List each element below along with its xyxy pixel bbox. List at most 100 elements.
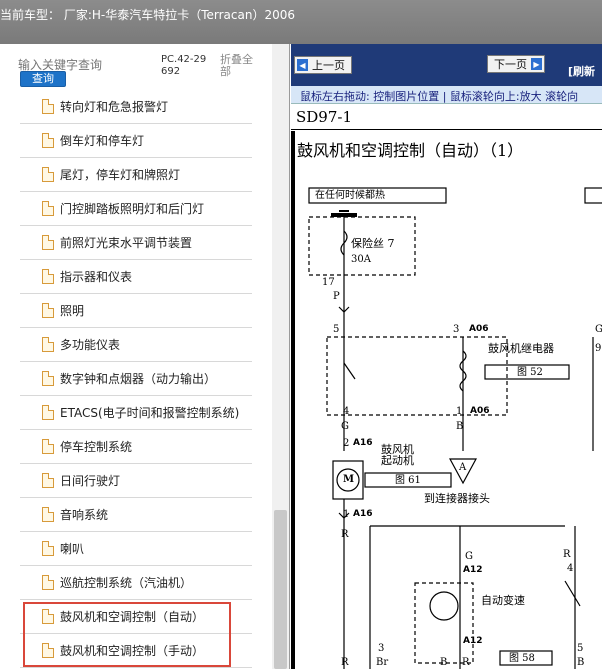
- tree-item[interactable]: 转向灯和危急报警灯: [20, 90, 252, 124]
- wire-g-left: G: [341, 421, 349, 432]
- vehicle-title: 当前车型： 厂家:H-华泰汽车特拉卡（Terracan）2006: [0, 8, 295, 22]
- pin-4: 4: [343, 406, 350, 417]
- tree-item[interactable]: 音响系统: [20, 498, 252, 532]
- document-icon: [42, 405, 54, 420]
- label-fig58: 图 58: [509, 653, 535, 664]
- wire-r-bottom-2: R: [462, 657, 470, 668]
- diagram-code-bar: SD97-1: [291, 104, 602, 130]
- tree-item-label: 鼓风机和空调控制（手动）: [60, 644, 205, 658]
- viewer-nav-bar: ◀ 上一页 下一页 ▶ [刷新: [291, 44, 602, 86]
- label-always-hot: 在任何时候都热: [315, 190, 385, 201]
- pin-p: P: [333, 291, 340, 302]
- tree-item-label: ETACS(电子时间和报警控制系统): [60, 406, 240, 420]
- hint-text: 鼠标左右拖动: 控制图片位置 | 鼠标滚轮向上:放大 滚轮向: [300, 90, 579, 103]
- connector-a12-bottom: A12: [463, 636, 483, 646]
- search-button[interactable]: 查询: [20, 71, 66, 87]
- document-icon: [42, 269, 54, 284]
- sidebar-scrollbar[interactable]: [272, 44, 289, 669]
- tree-item-label: 多功能仪表: [60, 338, 121, 352]
- document-icon: [42, 337, 54, 352]
- pin-3b: 3: [378, 643, 385, 654]
- tree-item-label: 音响系统: [60, 508, 109, 522]
- tree-item[interactable]: 鼓风机和空调控制（手动）: [20, 634, 252, 668]
- wire-r-left: R: [341, 529, 349, 540]
- document-icon: [42, 473, 54, 488]
- pin-9: 9: [595, 343, 602, 354]
- tree-item[interactable]: 喇叭: [20, 532, 252, 566]
- diagram-code: SD97-1: [296, 108, 353, 126]
- next-page-label: 下一页: [494, 58, 527, 71]
- connector-a: A: [459, 462, 467, 473]
- document-icon: [42, 303, 54, 318]
- wire-b-left: B: [456, 421, 464, 432]
- tree-list: 转向灯和危急报警灯 倒车灯和停车灯 尾灯，停车灯和牌照灯 门控脚踏板照明灯和后门…: [20, 90, 252, 668]
- document-icon: [42, 643, 54, 658]
- search-area: 查询 PC.42-29692 折叠全部: [0, 44, 272, 96]
- tree-item-label: 日间行驶灯: [60, 474, 121, 488]
- document-icon: [42, 167, 54, 182]
- tree-item[interactable]: 停车控制系统: [20, 430, 252, 464]
- tree-item[interactable]: ETACS(电子时间和报警控制系统): [20, 396, 252, 430]
- title-bar: 当前车型： 厂家:H-华泰汽车特拉卡（Terracan）2006: [0, 0, 602, 44]
- wire-b-mid: B: [440, 657, 448, 668]
- label-fig52: 图 52: [517, 367, 543, 378]
- connector-a16-top: A16: [353, 438, 373, 448]
- next-page-button[interactable]: 下一页 ▶: [487, 55, 545, 73]
- pc-code: PC.42-29692: [161, 54, 207, 77]
- sidebar: 查询 PC.42-29692 折叠全部 转向灯和危急报警灯 倒车灯和停车灯 尾灯…: [0, 44, 290, 669]
- tree-item-label: 指示器和仪表: [60, 270, 133, 284]
- pin-3: 3: [453, 324, 460, 335]
- scrollbar-thumb[interactable]: [274, 510, 287, 669]
- diagram-viewer: ◀ 上一页 下一页 ▶ [刷新 鼠标左右拖动: 控制图片位置 | 鼠标滚轮向上:…: [291, 44, 602, 669]
- wire-g-right: G: [595, 324, 602, 335]
- document-icon: [42, 609, 54, 624]
- wire-b-right: B: [577, 657, 585, 668]
- pin-4b: 4: [567, 563, 574, 574]
- document-icon: [42, 99, 54, 114]
- tree-item-label: 数字钟和点烟器（动力输出）: [60, 372, 217, 386]
- tree-item-label: 照明: [60, 304, 85, 318]
- tree-item-label: 倒车灯和停车灯: [60, 134, 145, 148]
- label-amperage: 30A: [351, 254, 371, 265]
- prev-page-label: 上一页: [312, 59, 345, 72]
- label-blower-relay: 鼓风机继电器: [488, 342, 554, 355]
- label-to-connector: 到连接器接头: [424, 492, 490, 505]
- tree-item[interactable]: 多功能仪表: [20, 328, 252, 362]
- tree-item-label: 尾灯，停车灯和牌照灯: [60, 168, 181, 182]
- document-icon: [42, 507, 54, 522]
- tree-item-label: 前照灯光束水平调节装置: [60, 236, 193, 250]
- tree-item-label: 停车控制系统: [60, 440, 133, 454]
- hint-bar: 鼠标左右拖动: 控制图片位置 | 鼠标滚轮向上:放大 滚轮向: [291, 86, 602, 104]
- tree-item[interactable]: 指示器和仪表: [20, 260, 252, 294]
- tree-item[interactable]: 前照灯光束水平调节装置: [20, 226, 252, 260]
- tree-item-label: 巡航控制系统（汽油机）: [60, 576, 193, 590]
- tree-item[interactable]: 倒车灯和停车灯: [20, 124, 252, 158]
- document-icon: [42, 439, 54, 454]
- tree-item[interactable]: 照明: [20, 294, 252, 328]
- connector-a06-top: A06: [469, 324, 489, 334]
- prev-page-button[interactable]: ◀ 上一页: [294, 56, 352, 74]
- pin-5: 5: [333, 324, 340, 335]
- label-blower-motor: 鼓风机 起动机: [381, 443, 414, 467]
- tree-item[interactable]: 尾灯，停车灯和牌照灯: [20, 158, 252, 192]
- document-icon: [42, 541, 54, 556]
- document-icon: [42, 371, 54, 386]
- arrow-left-icon: ◀: [297, 59, 308, 71]
- tree-item[interactable]: 日间行驶灯: [20, 464, 252, 498]
- tree-item[interactable]: 鼓风机和空调控制（自动）: [20, 600, 252, 634]
- wiring-diagram[interactable]: 鼓风机和空调控制（自动）（1） 在任何时候都热 保险丝 7 30A 17 P 5…: [291, 131, 602, 669]
- label-fig61: 图 61: [395, 475, 421, 486]
- tree-item[interactable]: 数字钟和点烟器（动力输出）: [20, 362, 252, 396]
- document-icon: [42, 235, 54, 250]
- tree-item-label: 鼓风机和空调控制（自动）: [60, 610, 205, 624]
- wire-r-bottom: R: [341, 657, 349, 668]
- pin-17: 17: [322, 277, 335, 288]
- pin-1b: 1: [343, 509, 350, 520]
- wiring-diagram-drawing: [308, 187, 602, 669]
- refresh-link[interactable]: [刷新: [568, 63, 595, 79]
- collapse-all-link[interactable]: 折叠全部: [220, 54, 260, 78]
- tree-item[interactable]: 门控脚踏板照明灯和后门灯: [20, 192, 252, 226]
- tree-item[interactable]: 巡航控制系统（汽油机）: [20, 566, 252, 600]
- connector-a16-bottom: A16: [353, 509, 373, 519]
- tree-item-label: 门控脚踏板照明灯和后门灯: [60, 202, 205, 216]
